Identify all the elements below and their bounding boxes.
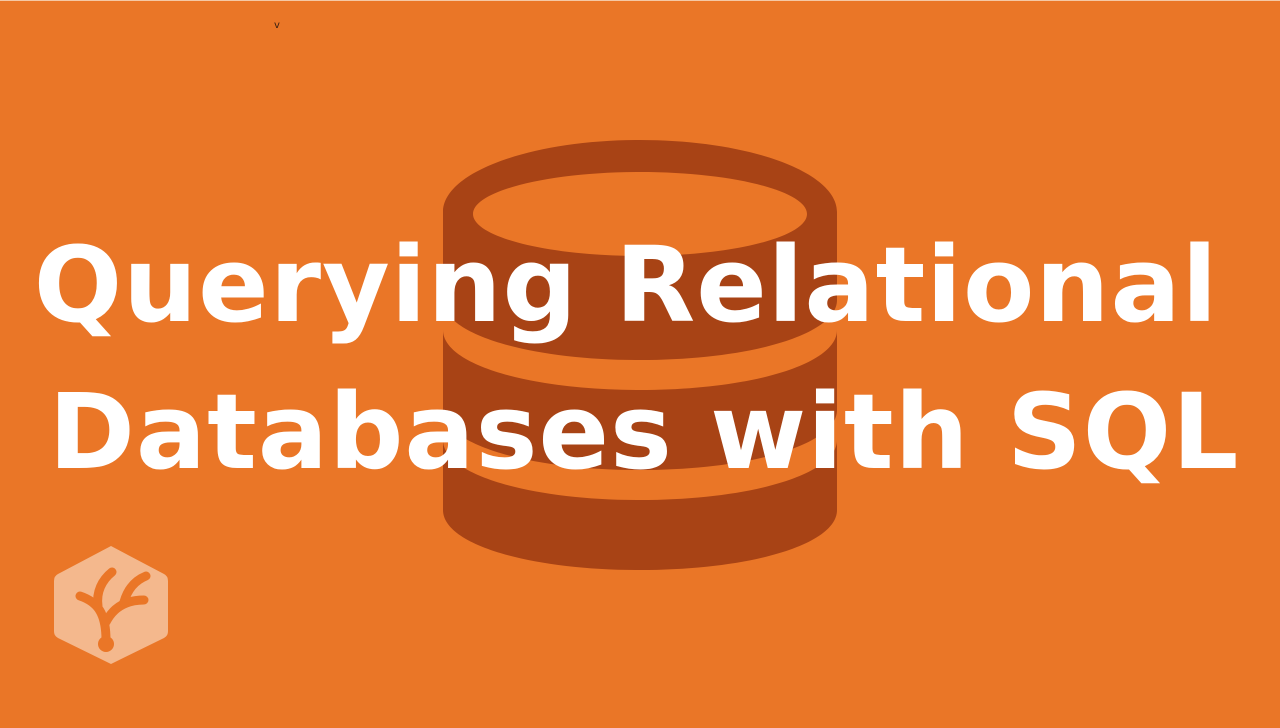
database-icon <box>443 140 837 570</box>
title-line-1: Querying Relational <box>33 224 1219 346</box>
course-title-card: v Querying Relational Databases with SQL <box>0 0 1280 728</box>
treehouse-logo-icon <box>54 546 168 664</box>
title-line-2: Databases with SQL <box>48 371 1240 493</box>
corner-marker: v <box>274 20 280 31</box>
